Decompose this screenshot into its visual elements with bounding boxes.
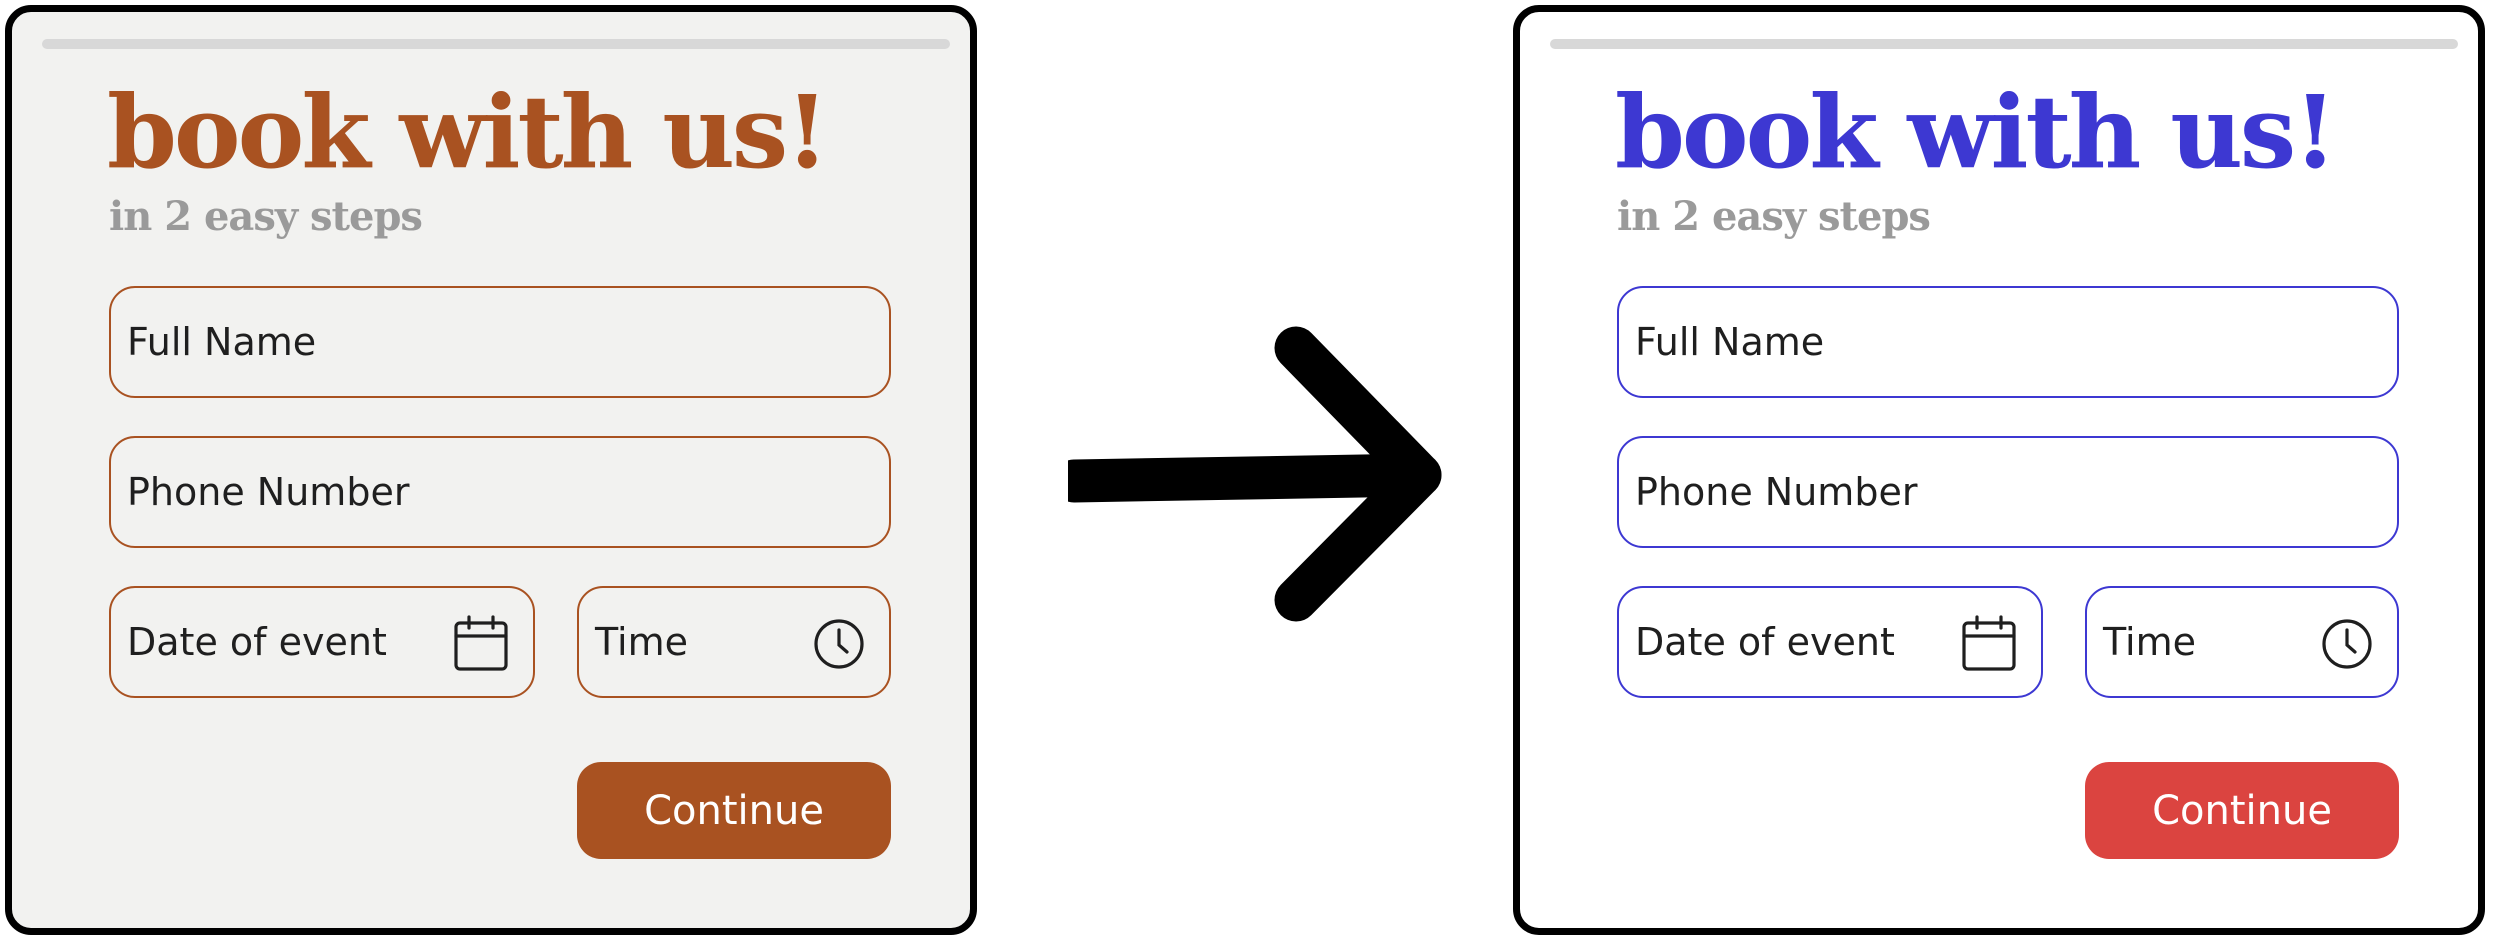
continue-button[interactable]: Continue (2085, 762, 2399, 859)
form-panel-before: book with us! in 2 easy steps Full Name … (5, 5, 977, 935)
page-subtitle: in 2 easy steps (1617, 193, 1931, 240)
phone-number-field[interactable]: Phone Number (1617, 436, 2399, 548)
continue-button[interactable]: Continue (577, 762, 891, 859)
time-field[interactable]: Time (577, 586, 891, 698)
date-of-event-placeholder: Date of event (1635, 620, 1895, 664)
full-name-placeholder: Full Name (127, 320, 317, 364)
clock-icon[interactable] (2317, 614, 2377, 674)
arrow-right-icon (1068, 326, 1442, 622)
calendar-icon[interactable] (1959, 614, 2019, 674)
form-panel-after: book with us! in 2 easy steps Full Name … (1513, 5, 2485, 935)
full-name-placeholder: Full Name (1635, 320, 1825, 364)
window-top-bar (42, 39, 950, 49)
phone-number-placeholder: Phone Number (127, 470, 410, 514)
phone-number-field[interactable]: Phone Number (109, 436, 891, 548)
clock-icon[interactable] (809, 614, 869, 674)
phone-number-placeholder: Phone Number (1635, 470, 1918, 514)
date-of-event-field[interactable]: Date of event (1617, 586, 2043, 698)
time-placeholder: Time (595, 620, 688, 664)
page-subtitle: in 2 easy steps (109, 193, 423, 240)
date-of-event-placeholder: Date of event (127, 620, 387, 664)
full-name-field[interactable]: Full Name (1617, 286, 2399, 398)
page-title: book with us! (1615, 73, 2337, 191)
time-field[interactable]: Time (2085, 586, 2399, 698)
calendar-icon[interactable] (451, 614, 511, 674)
full-name-field[interactable]: Full Name (109, 286, 891, 398)
time-placeholder: Time (2103, 620, 2196, 664)
window-top-bar (1550, 39, 2458, 49)
page-title: book with us! (107, 73, 829, 191)
date-of-event-field[interactable]: Date of event (109, 586, 535, 698)
